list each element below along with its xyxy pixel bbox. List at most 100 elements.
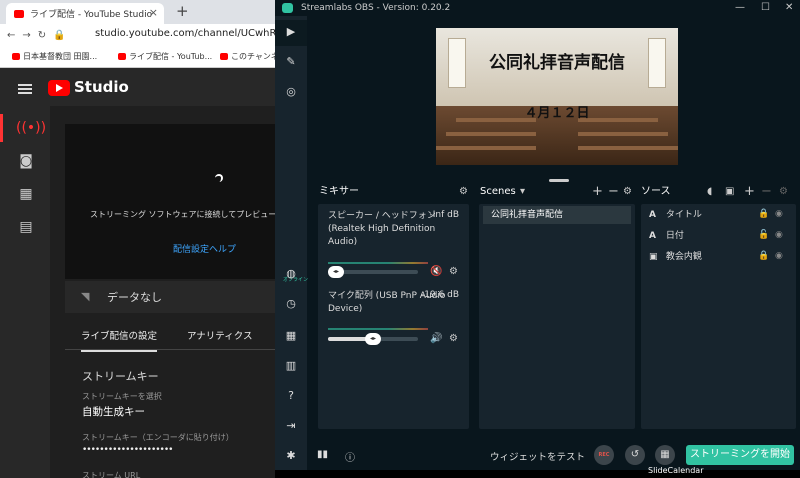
forward-icon[interactable]: →: [22, 30, 30, 41]
remove-scene-button[interactable]: −: [608, 182, 619, 202]
visibility-icon[interactable]: ◉: [775, 209, 783, 219]
clock-icon[interactable]: ◷: [283, 296, 299, 312]
unlock-icon[interactable]: 🔓: [758, 230, 769, 240]
bookmark-item[interactable]: ライブ配信 - YouTub...: [118, 51, 212, 62]
source-name: 教会内観: [665, 252, 702, 262]
youtube-favicon-icon: [12, 53, 20, 60]
record-button[interactable]: REC: [594, 445, 614, 465]
speaker-muted-icon[interactable]: 🔇: [430, 266, 442, 277]
browser-tab[interactable]: ライブ配信 - YouTube Studio ×: [6, 3, 164, 24]
tab-title: ライブ配信 - YouTube Studio: [30, 10, 153, 20]
volume-slider[interactable]: ◂▸: [328, 333, 418, 345]
bookmarks-bar: 日本基督教団 田園... ライブ配信 - YouTub... このチャンネル: [0, 46, 275, 68]
mixer-title: ミキサー: [319, 186, 359, 197]
active-indicator: [0, 114, 3, 142]
audio-source-icon[interactable]: ◖: [707, 182, 712, 202]
lock-icon[interactable]: 🔒: [758, 209, 769, 219]
test-widgets-button[interactable]: ウィジェットをテスト: [490, 449, 585, 463]
globe-icon[interactable]: ◍: [283, 266, 299, 282]
reload-icon[interactable]: ↻: [38, 30, 46, 41]
tab-close-icon[interactable]: ×: [149, 6, 158, 19]
add-source-button[interactable]: +: [744, 182, 755, 202]
no-data-label: データなし: [107, 291, 162, 304]
columns-icon[interactable]: ▥: [283, 358, 299, 374]
mixer-panel: スピーカー / ヘッドフォン (Realtek High Definition …: [318, 204, 469, 429]
schedule-icon[interactable]: ▦: [655, 445, 675, 465]
performance-icon[interactable]: ▮▮: [317, 449, 328, 460]
stream-settings-help-link[interactable]: 配信設定ヘルプ: [173, 242, 236, 255]
remove-source-button[interactable]: −: [761, 182, 772, 202]
scene-item[interactable]: 公同礼拝音声配信: [483, 206, 631, 224]
chrome-window: ライブ配信 - YouTube Studio × + ← → ↻ 🔒 studi…: [0, 0, 275, 478]
source-settings-icon[interactable]: ⚙: [779, 182, 788, 202]
mixer-item-settings-icon[interactable]: ⚙: [449, 266, 458, 277]
obs-footer: ▮▮ ⓘ ウィジェットをテスト REC ↺ ▦ ストリーミングを開始: [307, 440, 800, 470]
stream-url-label: ストリーム URL: [82, 471, 141, 478]
minimize-button[interactable]: —: [735, 0, 745, 16]
help-icon[interactable]: ?: [283, 388, 299, 404]
window-title: Streamlabs OBS - Version: 0.20.2: [301, 3, 451, 13]
new-tab-button[interactable]: +: [176, 2, 189, 20]
close-button[interactable]: ✕: [785, 0, 793, 16]
scene-editor: 公同礼拝音声配信 ４月１２日: [307, 16, 800, 182]
visibility-icon[interactable]: ◉: [775, 230, 783, 240]
mixer-header: ミキサー ⚙: [319, 182, 469, 202]
pew: [578, 146, 678, 150]
calendar-icon[interactable]: ▦: [16, 184, 36, 204]
menu-icon[interactable]: [18, 84, 32, 94]
tab-analytics[interactable]: アナリティクス: [187, 328, 252, 342]
mixer-db-value: -19.6 dB: [420, 290, 459, 300]
add-scene-button[interactable]: +: [592, 182, 603, 202]
scenes-title: Scenes: [480, 186, 516, 197]
layout-icon[interactable]: ▦: [283, 328, 299, 344]
text-source-icon: A: [649, 231, 656, 241]
stream-key-field[interactable]: •••••••••••••••••••••: [82, 445, 173, 455]
lock-icon[interactable]: 🔒: [758, 251, 769, 261]
stream-tabs: ライブ配信の設定 アナリティクス: [65, 318, 275, 352]
back-icon[interactable]: ←: [7, 30, 15, 41]
visibility-icon[interactable]: ◉: [775, 251, 783, 261]
tab-bar: ライブ配信 - YouTube Studio × +: [0, 0, 275, 24]
pew: [578, 132, 668, 136]
mixer-db-value: -Inf dB: [429, 210, 459, 220]
live-stream-icon[interactable]: ((•)): [16, 118, 46, 138]
mixer-settings-icon[interactable]: ⚙: [459, 182, 468, 202]
stream-health-row: ◥ データなし: [65, 281, 275, 313]
bookmark-item[interactable]: 日本基督教団 田園...: [12, 51, 97, 62]
connect-message: ストリーミング ソフトウェアに接続してプレビュー...: [90, 210, 275, 219]
replay-buffer-icon[interactable]: ↺: [625, 445, 645, 465]
source-name: 日付: [665, 231, 684, 241]
youtube-logo-icon[interactable]: [48, 80, 70, 96]
studio-sidebar: ((•)) ◙ ▦ ▤: [0, 106, 50, 478]
stream-key-select[interactable]: 自動生成キー: [82, 404, 145, 419]
streamlabs-logo-icon: [282, 3, 293, 13]
scene-collection-dropdown-icon[interactable]: ▾: [520, 182, 525, 202]
camera-icon[interactable]: ◙: [16, 151, 36, 171]
slide-calendar-label: SlideCalendar: [648, 466, 704, 475]
volume-knob[interactable]: ◂▸: [365, 333, 381, 345]
streamlabs-window: Streamlabs OBS - Version: 0.20.2 — ☐ ✕ ▶…: [275, 0, 800, 470]
scene-settings-icon[interactable]: ⚙: [623, 182, 632, 202]
dashboard-icon[interactable]: ◎: [283, 84, 299, 100]
themes-icon[interactable]: ✎: [283, 54, 299, 70]
stage-preview[interactable]: 公同礼拝音声配信 ４月１２日: [436, 28, 678, 165]
tab-live-settings[interactable]: ライブ配信の設定: [81, 328, 158, 352]
add-folder-icon[interactable]: ▣: [725, 182, 734, 202]
manage-icon[interactable]: ▤: [16, 217, 36, 237]
volume-slider[interactable]: ◂▸: [328, 266, 418, 278]
studio-editor-icon[interactable]: ▶: [283, 24, 299, 40]
bookmark-item[interactable]: このチャンネル: [220, 51, 275, 62]
speaker-icon[interactable]: 🔊: [430, 333, 442, 344]
image-source-icon: ▣: [649, 252, 658, 262]
logout-icon[interactable]: ⇥: [283, 418, 299, 434]
info-icon[interactable]: ⓘ: [345, 449, 355, 464]
studio-header: Studio: [0, 68, 275, 106]
maximize-button[interactable]: ☐: [761, 0, 770, 16]
settings-icon[interactable]: ✱: [283, 448, 299, 464]
go-live-button[interactable]: ストリーミングを開始: [686, 445, 794, 465]
mixer-item-settings-icon[interactable]: ⚙: [449, 333, 458, 344]
volume-knob[interactable]: ◂▸: [328, 266, 344, 278]
taskbar: [275, 470, 800, 478]
signal-icon: ◥: [81, 290, 90, 303]
url-input[interactable]: studio.youtube.com/channel/UCwhRQCV8C: [95, 28, 275, 39]
